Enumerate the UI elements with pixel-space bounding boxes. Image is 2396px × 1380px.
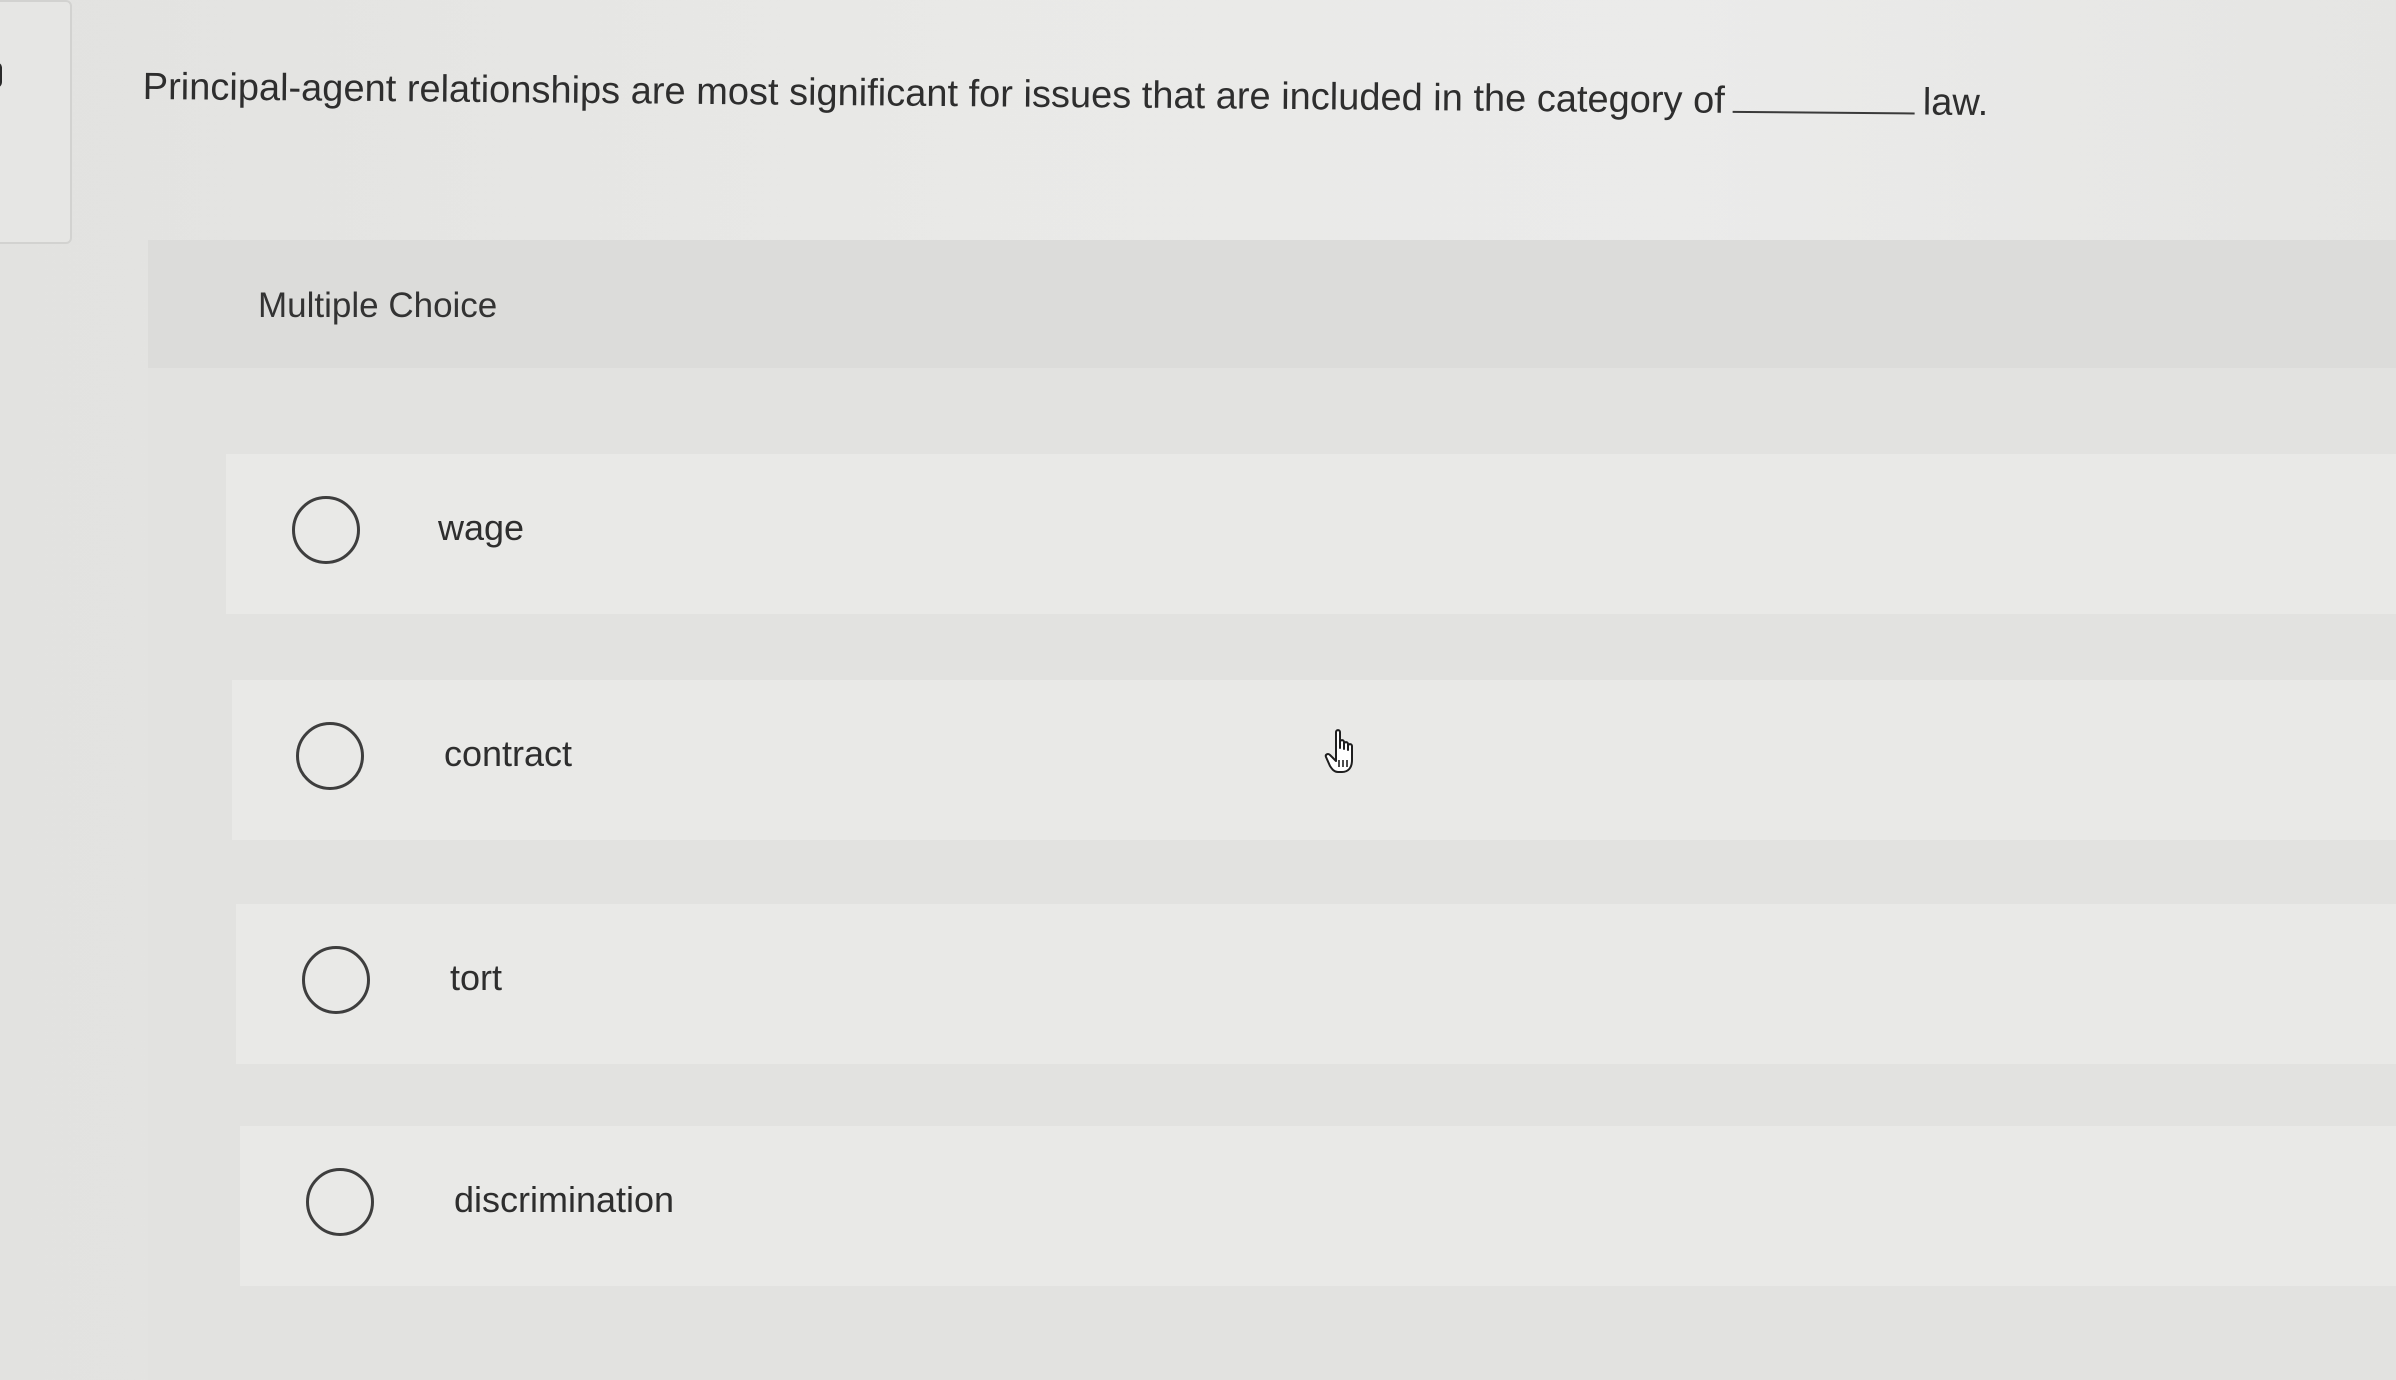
option-discrimination[interactable]: discrimination [240,1126,2396,1286]
option-contract[interactable]: contract [232,680,2396,840]
option-label: contract [444,733,573,774]
radio-circle-icon[interactable] [292,496,360,564]
radio-circle-icon[interactable] [302,946,370,1014]
option-label: discrimination [454,1179,675,1220]
multiple-choice-title: Multiple Choice [258,286,498,325]
multiple-choice-header: Multiple Choice [148,240,2396,368]
left-panel-marker [0,62,2,88]
hand-pointer-icon [1324,729,1353,773]
radio-circle-icon[interactable] [306,1168,374,1236]
question-text-after: law. [1922,81,1989,125]
multiple-choice-panel: Multiple Choice wage contract tort discr… [148,240,2396,1380]
option-label: tort [450,957,503,998]
answer-blank [1732,80,1915,115]
option-label: wage [438,507,525,548]
question-text-before: Principal-agent relationships are most s… [142,65,1725,122]
left-panel-edge [0,0,72,244]
option-tort[interactable]: tort [236,904,2396,1064]
question-text: Principal-agent relationships are most s… [143,62,1989,128]
radio-circle-icon[interactable] [296,722,364,790]
option-wage[interactable]: wage [226,454,2396,614]
